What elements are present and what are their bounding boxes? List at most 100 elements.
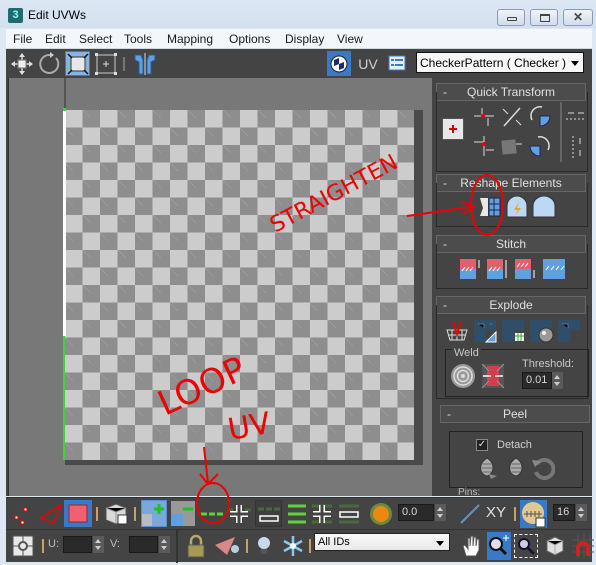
menu-select[interactable]: Select [79,32,112,46]
menu-edit[interactable]: Edit [45,32,66,46]
soft-selection-spinner-arrows[interactable] [435,504,446,521]
shrink-selection-button[interactable] [170,500,196,527]
zoom-extents-button[interactable] [542,534,568,558]
relax-button[interactable] [532,195,556,218]
ring-uv-button[interactable] [286,502,308,526]
lock-selection-button[interactable] [186,534,206,558]
limit-soft-selection-button[interactable] [520,500,547,528]
freeform-tool-button[interactable] [94,52,118,76]
minimize-button[interactable] [497,9,525,26]
mirror-tool-button[interactable] [132,52,158,76]
break-button[interactable] [446,320,468,342]
threshold-spinner-arrows[interactable] [552,372,563,389]
uv-edge[interactable] [63,109,66,336]
toolbar-separator [42,539,44,553]
absolute-offset-button[interactable] [11,534,35,558]
stitch-to-target-button[interactable] [458,258,482,280]
falloff-type-button[interactable] [458,502,482,526]
straighten-selection-button[interactable] [500,136,524,158]
texture-dropdown[interactable]: CheckerPattern ( Checker ) [416,52,584,73]
uv-seam-edge[interactable] [63,336,65,460]
uv-vertex[interactable] [63,108,66,111]
soft-selection-falloff-input[interactable]: 0.0 [398,504,434,521]
v-label: V: [110,538,120,550]
weld-selected-button[interactable] [450,363,476,389]
linear-falloff-icon [460,504,480,524]
show-map-button[interactable] [327,51,351,76]
menu-mapping[interactable]: Mapping [167,32,213,46]
space-vertical-button[interactable] [568,134,584,160]
loop-uv-button[interactable] [200,504,224,524]
snap-toggle-button[interactable] [572,534,594,558]
loop-shrink-button[interactable] [255,500,282,527]
element-mode-button[interactable] [103,502,129,526]
stitch-custom-button[interactable] [542,258,566,280]
loop-grow-button[interactable] [226,502,252,526]
threshold-value: 0.01 [526,374,548,386]
space-horizontal-icon [566,112,586,120]
detach-checkbox[interactable]: ✓ [476,439,488,451]
u-coordinate-input[interactable] [63,536,92,553]
maximize-button[interactable] [530,9,558,26]
flatten-by-material-ids-button[interactable] [528,318,554,344]
menu-view[interactable]: View [337,32,363,46]
rotate-tool-button[interactable] [38,52,62,76]
v-spinner-arrows[interactable] [159,536,170,553]
flatten-by-smoothing-groups-button[interactable] [500,318,526,344]
rotate-minus-90-button[interactable] [528,134,552,158]
peel-reset-button[interactable] [531,456,556,480]
toolbar-separator [246,539,248,553]
freeze-button[interactable] [282,535,304,557]
u-label: U: [48,538,59,550]
align-linear-button[interactable] [500,106,524,128]
menu-tools[interactable]: Tools [124,32,152,46]
texture-list-button[interactable] [387,53,407,73]
ring-shrink-button[interactable] [337,502,361,526]
align-vertical-button[interactable] [472,134,496,158]
align-vertical-icon [474,136,494,156]
vertex-mode-button[interactable] [12,503,32,525]
flatten-smoothing-icon [502,320,524,342]
edge-mode-button[interactable] [39,502,63,525]
material-id-filter-dropdown[interactable]: All IDs [314,533,450,551]
peel-mode-button[interactable] [504,456,528,480]
menu-display[interactable]: Display [285,32,324,46]
v-coordinate-input[interactable] [129,536,158,553]
uv-mode-button[interactable]: UV [357,54,379,74]
pan-button[interactable] [460,534,484,558]
zoom-button[interactable] [487,532,511,560]
scale-tool-button[interactable] [65,51,90,76]
straighten-button[interactable] [479,196,501,218]
set-pivot-button[interactable] [442,118,464,140]
zoom-region-button[interactable] [514,534,538,558]
flatten-custom-button[interactable] [556,318,582,344]
3dsmax-app-icon: 3 [8,8,23,23]
space-horizontal-button[interactable] [564,108,588,124]
hide-unhide-button[interactable] [213,535,241,557]
ring-grow-button[interactable] [310,502,334,526]
polygon-mode-button[interactable] [64,500,92,527]
soft-selection-button[interactable] [369,502,393,526]
shrink-selection-icon [171,501,195,526]
flatten-by-polygon-angle-button[interactable] [472,318,498,344]
move-tool-button[interactable] [10,52,34,76]
rotate-plus-90-button[interactable] [528,104,552,128]
quick-peel-button[interactable] [475,456,499,480]
relax-until-flat-button[interactable] [506,195,528,218]
stitch-average-button[interactable] [485,258,509,280]
peel-header[interactable]: - Peel [440,405,590,423]
menu-options[interactable]: Options [229,32,270,46]
grow-selection-button[interactable] [141,500,167,527]
stitch-to-source-button[interactable] [513,258,537,280]
maximize-icon [540,14,550,22]
edge-distance-spinner-arrows[interactable] [576,504,587,521]
u-spinner-arrows[interactable] [93,536,104,553]
align-horizontal-button[interactable] [472,106,496,128]
show-hide-button[interactable] [254,535,274,557]
close-button[interactable]: ✕ [563,9,593,26]
menu-file[interactable]: File [13,32,32,46]
falloff-space-button[interactable]: XY [486,504,510,526]
threshold-input[interactable]: 0.01 [522,372,552,389]
weld-all-selected-button[interactable] [481,363,505,389]
edge-distance-input[interactable]: 16 [553,504,575,521]
